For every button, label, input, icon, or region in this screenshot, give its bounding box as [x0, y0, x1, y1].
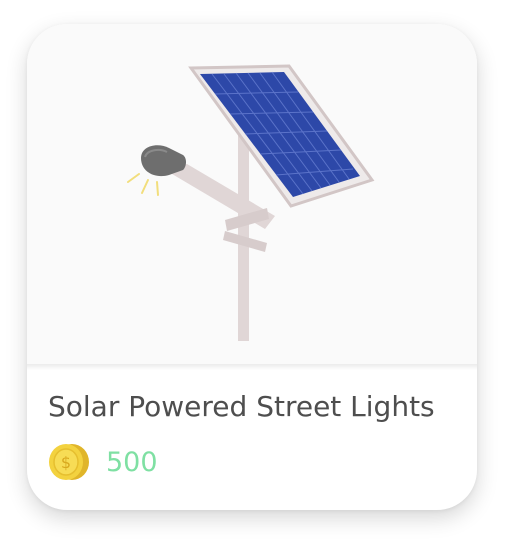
product-card[interactable]: Solar Powered Street Lights $ 500 — [27, 24, 477, 510]
product-price: 500 — [106, 446, 158, 478]
gold-coin-icon: $ — [48, 442, 90, 482]
svg-text:$: $ — [61, 453, 71, 472]
product-image — [27, 24, 477, 364]
product-title: Solar Powered Street Lights — [48, 390, 435, 423]
solar-street-light-illustration — [127, 64, 375, 341]
price-row: $ 500 — [48, 440, 158, 484]
light-rays — [127, 173, 159, 196]
card-divider — [27, 364, 477, 370]
light-pole — [238, 129, 249, 341]
